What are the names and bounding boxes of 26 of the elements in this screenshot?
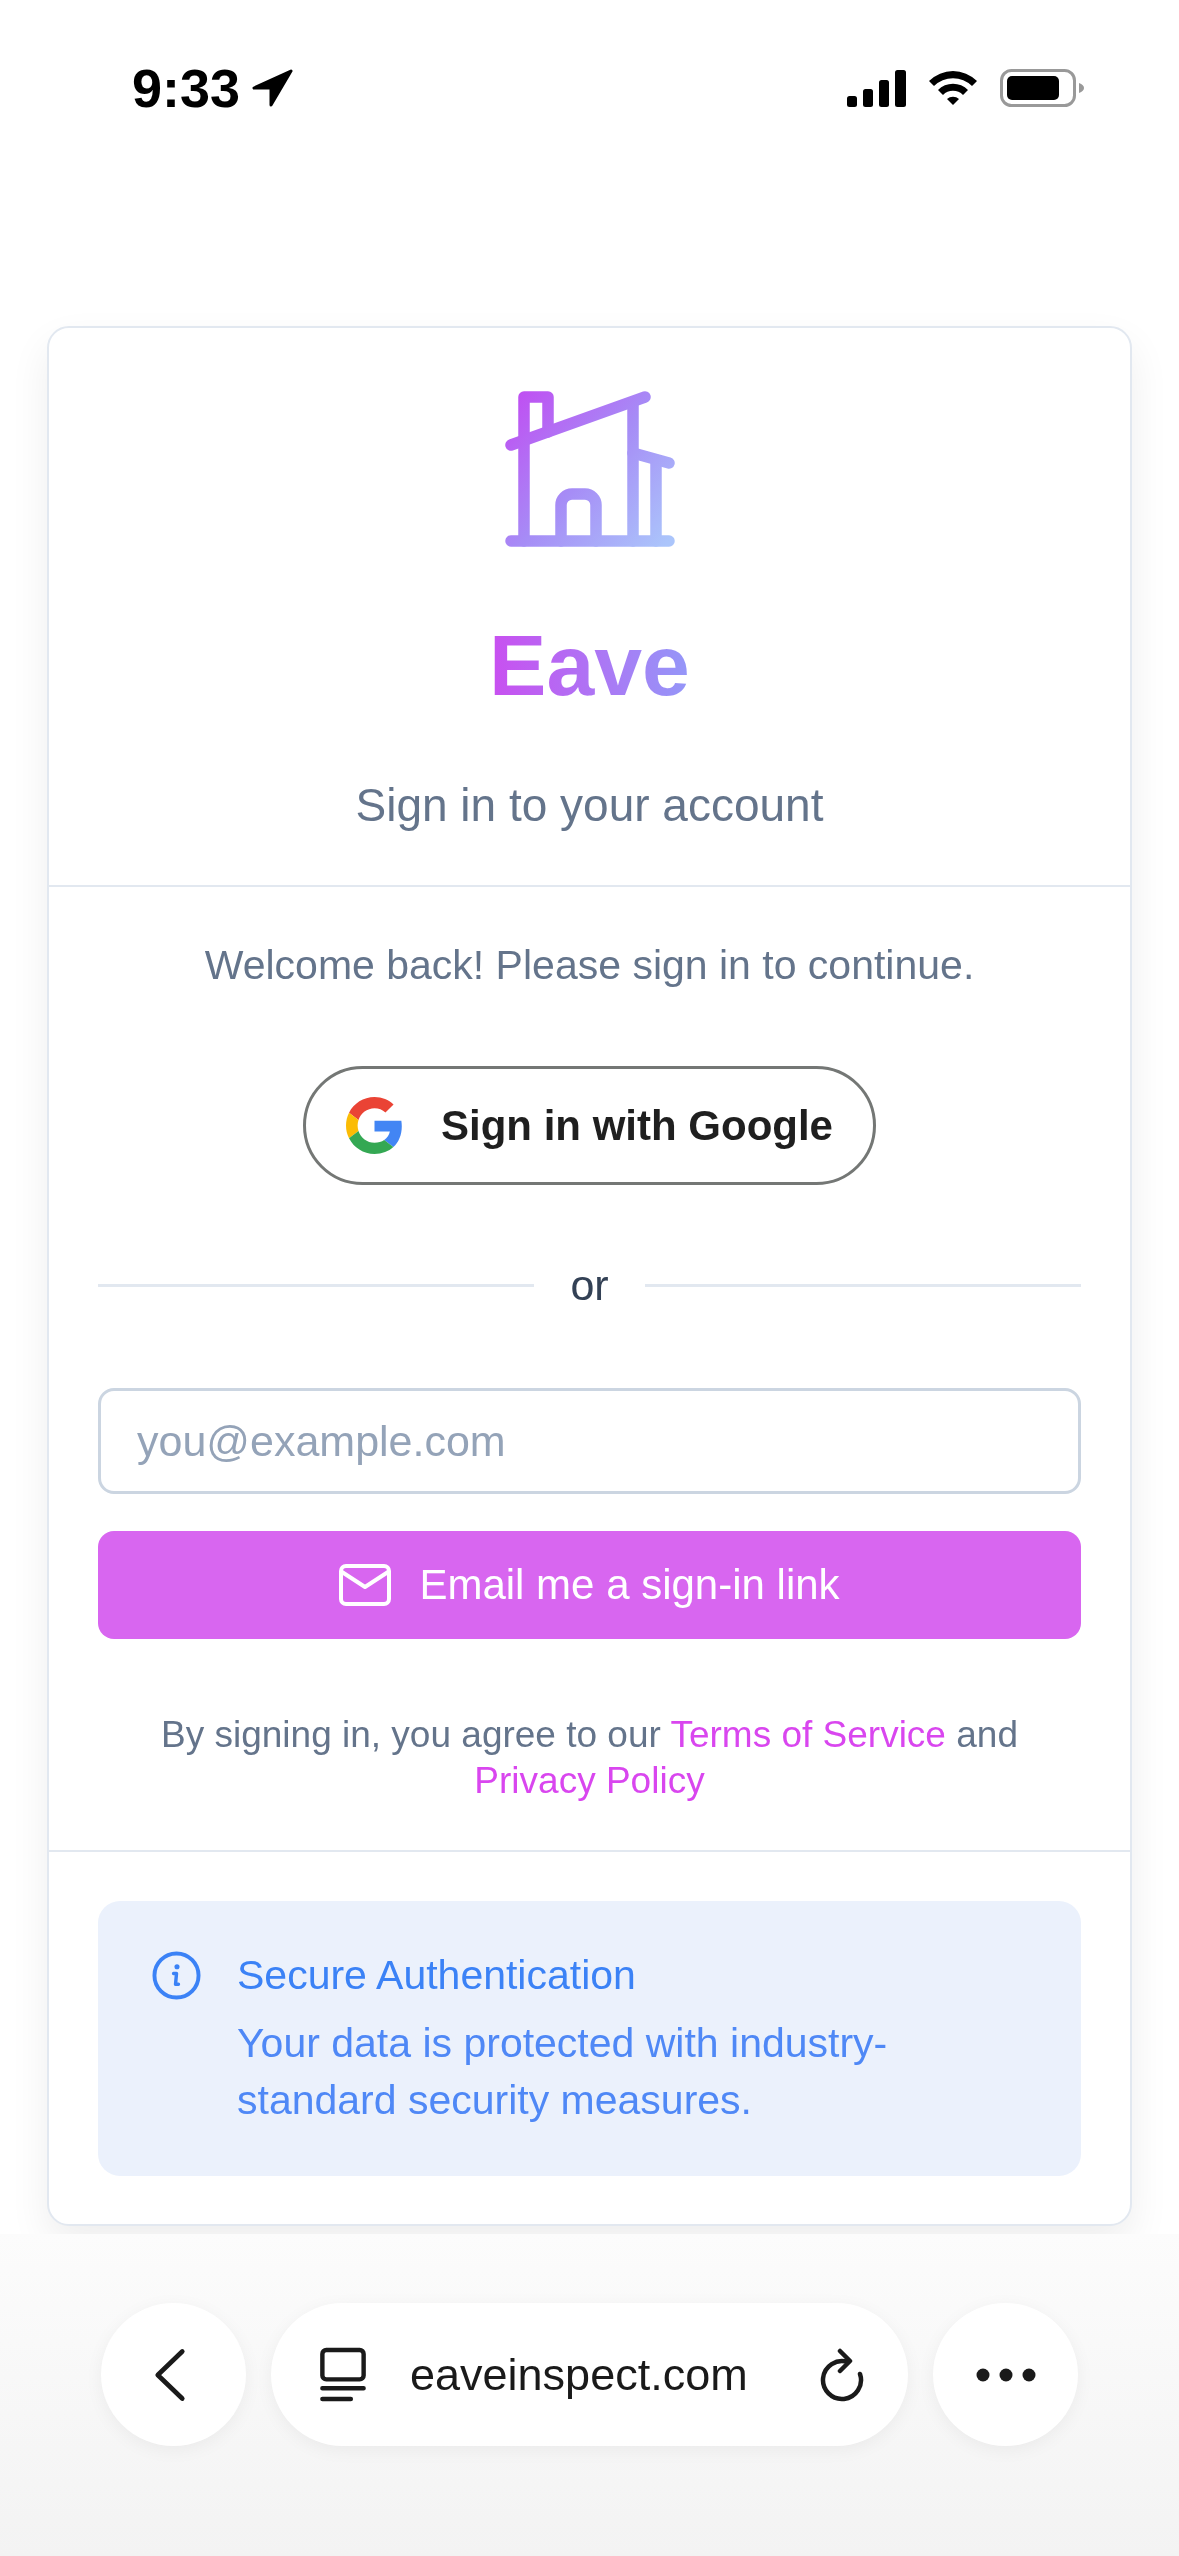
google-sign-in-button[interactable]: Sign in with Google — [303, 1066, 876, 1185]
ellipsis-icon — [975, 2367, 1036, 2382]
terms-notice: By signing in, you agree to our Terms of Service and Privacy Policy — [160, 1713, 1019, 1803]
envelope-icon — [339, 1564, 392, 1606]
privacy-link[interactable]: Privacy Policy — [474, 1760, 705, 1801]
terms-link[interactable]: Terms of Service — [670, 1714, 946, 1755]
email-field[interactable]: you@example.com — [98, 1388, 1081, 1494]
reload-icon[interactable] — [818, 2347, 866, 2402]
page-subtitle: Sign in to your account — [355, 778, 824, 833]
status-time: 9:33 — [132, 67, 241, 109]
g-logo-icon — [346, 1097, 403, 1154]
page-menu-icon — [319, 2347, 367, 2402]
chevron-left-icon — [153, 2347, 186, 2402]
battery-icon — [1000, 69, 1084, 107]
info-description: Your data is protected with industry-standard security measures. — [237, 2019, 889, 2125]
separator-label: or — [570, 1260, 609, 1311]
wifi-icon — [927, 69, 979, 107]
info-icon — [152, 1951, 201, 2000]
email-link-button[interactable]: Email me a sign-in link — [98, 1531, 1081, 1639]
url-text: eaveinspect.com — [410, 2348, 749, 2401]
info-title: Secure Authentication — [237, 1951, 637, 2000]
location-arrow-icon — [252, 69, 294, 107]
house-logo-icon — [504, 391, 675, 547]
welcome-text: Welcome back! Please sign in to continue. — [204, 941, 975, 990]
signal-icon — [847, 69, 906, 107]
address-bar[interactable]: eaveinspect.com — [271, 2303, 908, 2446]
